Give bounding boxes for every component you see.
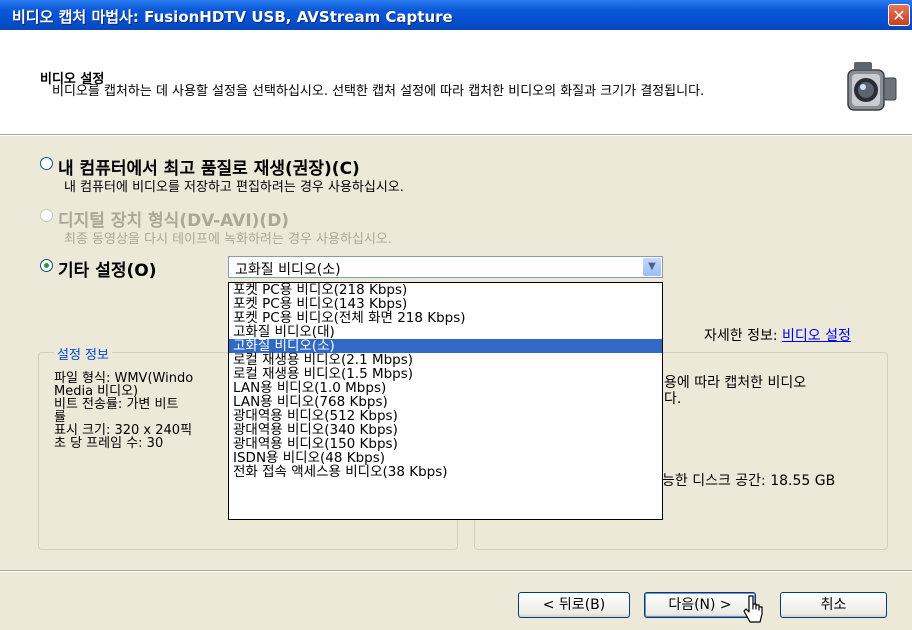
dropdown-item[interactable]: 포켓 PC용 비디오(143 Kbps) — [229, 297, 662, 311]
dropdown-item[interactable]: LAN용 비디오(768 Kbps) — [229, 395, 662, 409]
next-button[interactable]: 다음(N) > — [644, 592, 756, 618]
back-button[interactable]: < 뒤로(B) — [518, 592, 630, 618]
close-button[interactable]: ✕ — [888, 4, 910, 26]
option-best-quality-description: 내 컴퓨터에 비디오를 저장하고 편집하려는 경우 사용하십시오. — [64, 180, 404, 195]
combobox-value: 고화질 비디오(소) — [235, 262, 341, 278]
dropdown-item[interactable]: 전화 접속 액세스용 비디오(38 Kbps) — [229, 465, 662, 479]
radio-best-quality[interactable] — [40, 157, 53, 170]
dropdown-item[interactable]: 포켓 PC용 비디오(218 Kbps) — [229, 283, 662, 297]
title-bar: 비디오 캡처 마법사: FusionHDTV USB, AVStream Cap… — [0, 0, 912, 30]
dropdown-item[interactable]: 로컬 재생용 비디오(1.5 Mbps) — [229, 367, 662, 381]
dropdown-item[interactable]: 광대역용 비디오(512 Kbps) — [229, 409, 662, 423]
hand-cursor-icon — [743, 595, 763, 623]
description-line-2: 다. — [664, 391, 682, 407]
chevron-down-icon[interactable]: ▼ — [643, 258, 661, 276]
close-icon: ✕ — [892, 6, 906, 25]
settings-dropdown-list[interactable]: 포켓 PC용 비디오(218 Kbps) 포켓 PC용 비디오(143 Kbps… — [228, 282, 663, 520]
wizard-header: 비디오 설정 비디오를 캡처하는 데 사용할 설정을 선택하십시오. 선택한 캡… — [0, 30, 912, 134]
dropdown-item[interactable]: 광대역용 비디오(150 Kbps) — [229, 437, 662, 451]
dropdown-item[interactable]: 로컬 재생용 비디오(2.1 Mbps) — [229, 353, 662, 367]
disk-space-text: 능한 디스크 공간: 18.55 GB — [662, 473, 836, 489]
option-other-settings-label[interactable]: 기타 설정(O) — [58, 256, 156, 281]
dropdown-item[interactable]: LAN용 비디오(1.0 Mbps) — [229, 381, 662, 395]
page-description: 비디오를 캡처하는 데 사용할 설정을 선택하십시오. 선택한 캡처 설정에 따… — [52, 84, 705, 99]
dropdown-item[interactable]: 고화질 비디오(대) — [229, 325, 662, 339]
window-title: 비디오 캡처 마법사: FusionHDTV USB, AVStream Cap… — [12, 8, 453, 26]
description-line-1: 용에 따라 캡처한 비디오 — [664, 375, 807, 391]
option-dv-avi-description: 최종 동영상을 다시 테이프에 녹화하려는 경우 사용하십시오. — [64, 232, 392, 247]
dropdown-item[interactable]: 포켓 PC용 비디오(전체 화면 218 Kbps) — [229, 311, 662, 325]
info-line: 초 당 프레임 수: 30 — [54, 436, 164, 451]
dropdown-item[interactable]: ISDN용 비디오(48 Kbps) — [229, 451, 662, 465]
cancel-button[interactable]: 취소 — [780, 592, 887, 618]
camcorder-icon — [847, 62, 897, 111]
setting-info-legend: 설정 정보 — [54, 344, 112, 363]
settings-combobox[interactable]: 고화질 비디오(소) ▼ — [228, 256, 663, 278]
dropdown-item-selected[interactable]: 고화질 비디오(소) — [229, 339, 662, 353]
details-line: 자세한 정보: 비디오 설정 — [704, 325, 851, 345]
details-prefix: 자세한 정보: — [704, 328, 783, 344]
info-line: 비트 전송률: 가변 비트 — [54, 397, 179, 412]
footer-divider — [0, 570, 912, 572]
radio-other-settings[interactable] — [40, 259, 53, 272]
radio-dv-avi — [40, 209, 53, 222]
header-divider — [0, 134, 912, 136]
video-settings-link[interactable]: 비디오 설정 — [782, 328, 851, 344]
setting-info-text: 파일 형식: WMV(Windo Media 비디오) 비트 전송률: 가변 비… — [54, 372, 193, 450]
dropdown-item[interactable]: 광대역용 비디오(340 Kbps) — [229, 423, 662, 437]
